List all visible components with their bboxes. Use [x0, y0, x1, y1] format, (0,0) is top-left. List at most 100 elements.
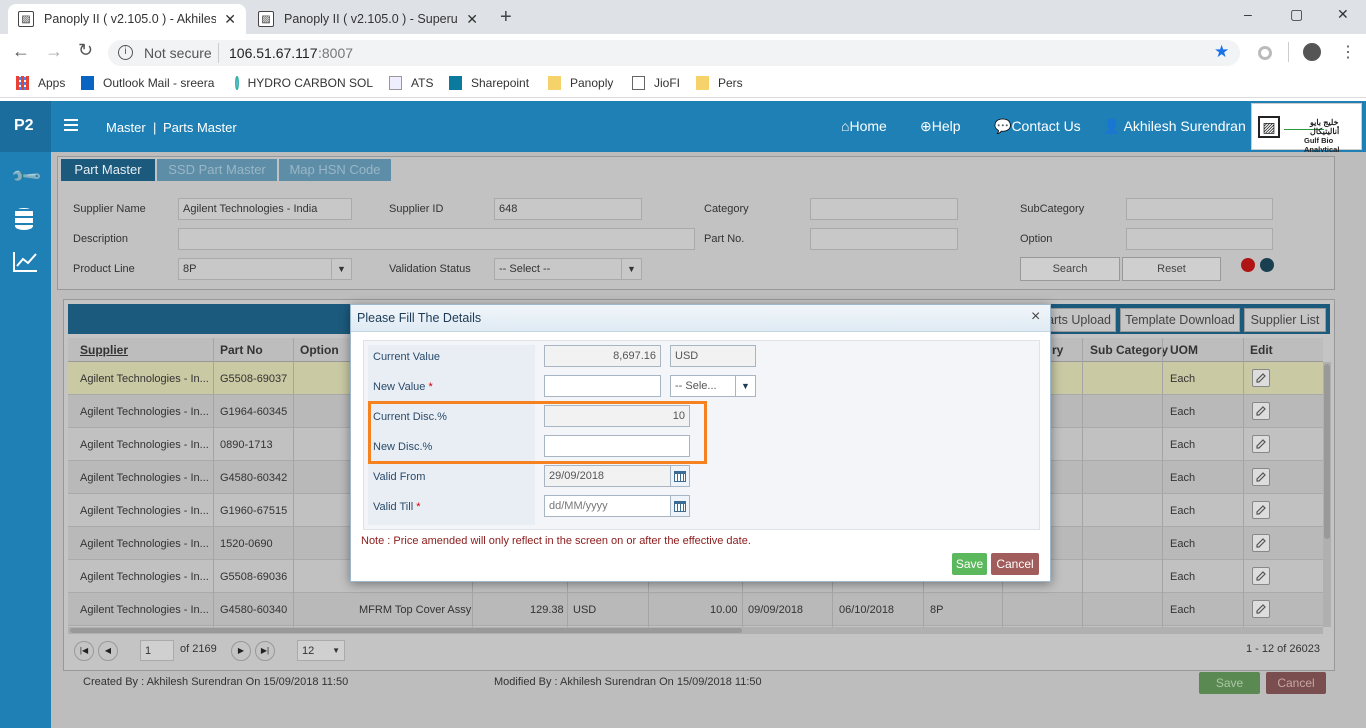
hamburger-menu-icon[interactable] — [64, 119, 78, 131]
calendar-icon[interactable] — [670, 495, 690, 517]
bookmark-sharepoint[interactable]: Sharepoint — [449, 76, 529, 90]
help-link[interactable]: ⊕Help — [920, 118, 961, 135]
bookmark-jiofi[interactable]: JioFI — [632, 76, 680, 90]
dialog-save-button[interactable]: Save — [952, 553, 987, 575]
new-tab-button[interactable]: + — [500, 6, 512, 29]
close-tab-icon[interactable]: ✕ — [224, 11, 236, 28]
tab-ssd-part-master[interactable]: SSD Part Master — [157, 159, 277, 181]
maximize-button[interactable]: ▢ — [1290, 6, 1303, 23]
reset-button[interactable]: Reset — [1122, 257, 1221, 281]
status-dot-red[interactable] — [1241, 258, 1255, 272]
part-no-input[interactable] — [810, 228, 958, 250]
dialog-cancel-button[interactable]: Cancel — [991, 553, 1039, 575]
breadcrumb-root[interactable]: Master — [106, 120, 146, 135]
edit-icon[interactable] — [1252, 402, 1270, 420]
cell-supplier: Agilent Technologies - In... — [80, 505, 209, 517]
calendar-icon[interactable] — [670, 465, 690, 487]
current-currency-field: USD — [670, 345, 756, 367]
browser-tab-active[interactable]: ▨ Panoply II ( v2.105.0 ) - Akhilesh S ✕ — [8, 4, 246, 34]
cell-part-no: 0890-1713 — [220, 439, 273, 451]
edit-icon[interactable] — [1252, 435, 1270, 453]
edit-icon[interactable] — [1252, 567, 1270, 585]
database-icon[interactable] — [15, 208, 33, 230]
dialog-close-icon[interactable]: × — [1031, 308, 1040, 326]
column-uom[interactable]: UOM — [1170, 338, 1198, 362]
next-page-icon[interactable]: ▶ — [231, 641, 251, 661]
edit-icon[interactable] — [1252, 369, 1270, 387]
search-button[interactable]: Search — [1020, 257, 1120, 281]
url-bar[interactable]: i Not secure 106.51.67.117 :8007 ★ — [108, 40, 1240, 66]
horizontal-scrollbar[interactable] — [68, 627, 1323, 634]
description-input[interactable] — [178, 228, 695, 250]
bookmark-star-icon[interactable]: ★ — [1214, 42, 1229, 62]
wrench-icon[interactable]: 🔧 — [9, 159, 44, 194]
footer-cancel-button[interactable]: Cancel — [1266, 672, 1326, 694]
bookmarks-bar: Apps Outlook Mail - sreera HYDRO CARBON … — [0, 70, 1366, 98]
edit-icon[interactable] — [1252, 600, 1270, 618]
new-currency-select[interactable]: -- Sele... ▼ — [670, 375, 756, 397]
chart-line-icon[interactable] — [13, 252, 37, 272]
bookmark-pers[interactable]: Pers — [696, 76, 743, 90]
page-number-input[interactable]: 1 — [140, 640, 174, 661]
cell-part-no: G4580-60340 — [220, 604, 288, 616]
column-supplier[interactable]: Supplier — [80, 338, 128, 362]
supplier-id-input[interactable]: 648 — [494, 198, 642, 220]
footer-save-button[interactable]: Save — [1199, 672, 1260, 694]
bookmark-panoply[interactable]: Panoply — [548, 76, 613, 90]
tab-part-master[interactable]: Part Master — [61, 159, 155, 181]
chevron-down-icon[interactable]: ▼ — [735, 376, 755, 396]
column-option[interactable]: Option — [300, 338, 339, 362]
bookmark-apps[interactable]: Apps — [16, 76, 65, 90]
back-icon[interactable]: ← — [12, 41, 30, 62]
column-category[interactable]: ry — [1052, 338, 1063, 362]
chevron-down-icon[interactable]: ▼ — [331, 259, 351, 279]
required-mark: * — [428, 381, 433, 393]
subcategory-input[interactable] — [1126, 198, 1273, 220]
extension-icon[interactable] — [1258, 46, 1272, 60]
page-size-select[interactable]: 12 ▼ — [297, 640, 345, 661]
reload-icon[interactable]: ↻ — [78, 40, 93, 61]
status-dot-dark[interactable] — [1260, 258, 1274, 272]
tab-map-hsn-code[interactable]: Map HSN Code — [279, 159, 391, 181]
validation-status-select[interactable]: -- Select -- ▼ — [494, 258, 642, 280]
new-value-label: New Value * — [373, 381, 433, 393]
user-menu[interactable]: 👤 Akhilesh Surendran — [1103, 118, 1246, 135]
supplier-list-button[interactable]: Supplier List — [1244, 308, 1326, 332]
browser-tab[interactable]: ▨ Panoply II ( v2.105.0 ) - Superuse ✕ — [248, 4, 488, 34]
app-logo[interactable]: P2 — [14, 117, 34, 135]
template-download-button[interactable]: Template Download — [1120, 308, 1240, 332]
supplier-name-input[interactable]: Agilent Technologies - India — [178, 198, 352, 220]
forward-icon[interactable]: → — [45, 41, 63, 62]
edit-icon[interactable] — [1252, 501, 1270, 519]
column-divider — [293, 338, 294, 627]
parts-upload-button[interactable]: arts Upload — [1040, 308, 1116, 332]
column-sub-category[interactable]: Sub Category — [1090, 338, 1168, 362]
info-icon[interactable]: i — [118, 45, 133, 60]
window-close-button[interactable]: ✕ — [1337, 6, 1349, 23]
product-line-select[interactable]: 8P ▼ — [178, 258, 352, 280]
edit-icon[interactable] — [1252, 468, 1270, 486]
bookmark-ats[interactable]: ATS — [389, 76, 433, 90]
home-link[interactable]: ⌂Home — [841, 118, 887, 134]
chevron-down-icon[interactable]: ▼ — [621, 259, 641, 279]
column-part-no[interactable]: Part No — [220, 338, 263, 362]
option-input[interactable] — [1126, 228, 1273, 250]
edit-icon[interactable] — [1252, 534, 1270, 552]
browser-menu-icon[interactable]: ⋮ — [1340, 42, 1356, 62]
prev-page-icon[interactable]: ◀ — [98, 641, 118, 661]
new-value-input[interactable] — [544, 375, 661, 397]
last-page-icon[interactable]: ▶| — [255, 641, 275, 661]
bookmark-outlook[interactable]: Outlook Mail - sreera — [81, 76, 214, 90]
valid-till-input[interactable]: dd/MM/yyyy — [544, 495, 671, 517]
minimize-button[interactable]: – — [1244, 6, 1252, 22]
profile-avatar-icon[interactable] — [1303, 43, 1321, 61]
vertical-scrollbar[interactable] — [1323, 362, 1331, 627]
breadcrumb-page: Parts Master — [163, 120, 237, 135]
url-port: :8007 — [318, 45, 354, 61]
close-tab-icon[interactable]: ✕ — [466, 11, 478, 28]
toolbar-divider — [1288, 42, 1289, 62]
bookmark-hydro[interactable]: HYDRO CARBON SOL — [235, 76, 373, 90]
category-input[interactable] — [810, 198, 958, 220]
first-page-icon[interactable]: |◀ — [74, 641, 94, 661]
contact-link[interactable]: 💬Contact Us — [994, 118, 1081, 135]
